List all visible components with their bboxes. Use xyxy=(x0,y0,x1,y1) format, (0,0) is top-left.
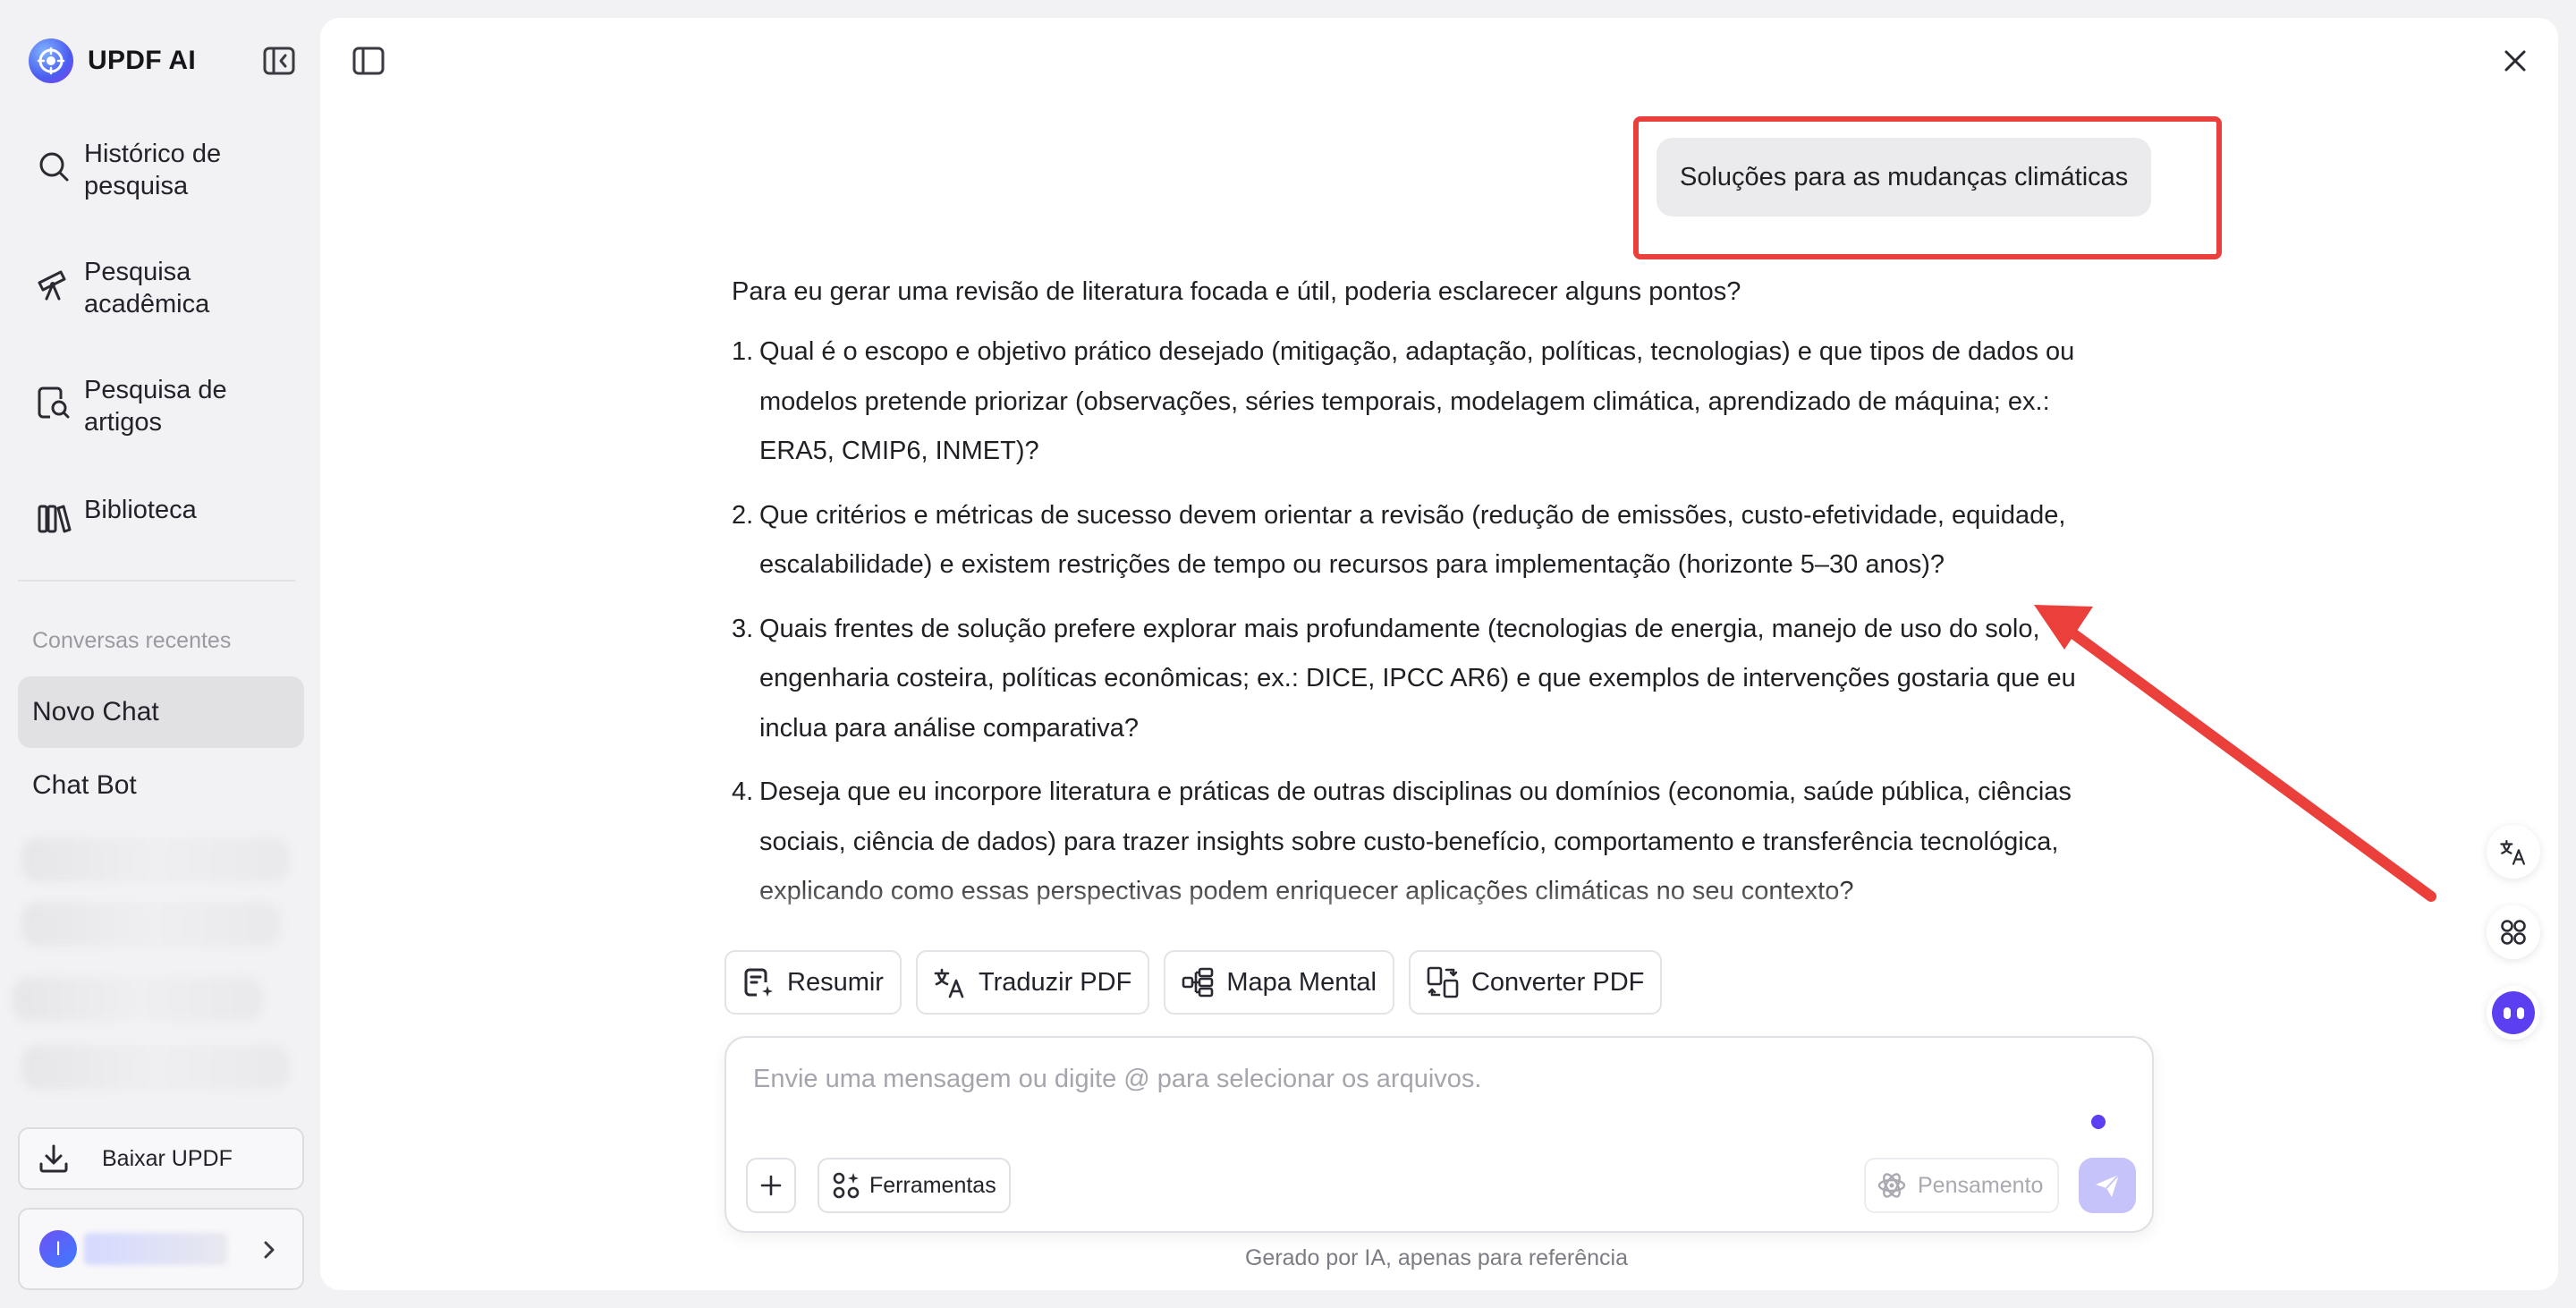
tools-button[interactable]: Ferramentas xyxy=(818,1158,1011,1213)
apps-tool-button[interactable] xyxy=(2487,905,2540,959)
convert-pdf-button[interactable]: Converter PDF xyxy=(1408,950,1663,1015)
nav-label: Pesquisa acadêmica xyxy=(84,258,210,319)
apps-grid-icon xyxy=(2501,920,2526,945)
telescope-icon xyxy=(34,265,73,304)
add-attachment-button[interactable] xyxy=(746,1158,796,1213)
convert-icon xyxy=(1425,964,1461,1000)
chat-item-chat-bot[interactable]: Chat Bot xyxy=(18,750,304,821)
recent-conversations-title: Conversas recentes xyxy=(32,628,232,653)
sidebar: UPDF AI Histórico de pesquisa Pesquisa a… xyxy=(0,0,318,1308)
chat-item-blurred[interactable] xyxy=(21,1045,290,1090)
list-number: 1. xyxy=(732,337,754,366)
translate-pdf-label: Traduzir PDF xyxy=(978,967,1132,997)
search-icon xyxy=(34,147,73,186)
close-button[interactable] xyxy=(2496,41,2535,81)
assistant-intro: Para eu gerar uma revisão de literatura … xyxy=(732,277,1741,306)
list-text: Qual é o escopo e objetivo prático desej… xyxy=(759,337,2075,465)
ai-assistant-button[interactable] xyxy=(2487,986,2540,1040)
mind-map-label: Mapa Mental xyxy=(1226,967,1377,997)
sidebar-collapse-icon xyxy=(263,47,295,75)
list-text: Que critérios e métricas de sucesso deve… xyxy=(759,500,2066,580)
brand: UPDF AI xyxy=(29,38,196,84)
avatar: I xyxy=(39,1230,77,1268)
ai-bot-icon xyxy=(2492,991,2535,1034)
thinking-label: Pensamento xyxy=(1918,1172,2044,1198)
document-search-icon xyxy=(34,383,73,422)
updf-logo-icon xyxy=(29,38,73,83)
annotation-highlight-box xyxy=(1633,116,2222,259)
assistant-question-list: 1. Qual é o escopo e objetivo prático des… xyxy=(732,327,2127,917)
plus-icon xyxy=(760,1175,782,1196)
thinking-toggle[interactable]: Pensamento xyxy=(1864,1158,2059,1213)
profile-button[interactable]: I xyxy=(18,1208,304,1290)
quick-actions: Resumir Traduzir PDF Mapa Mental Convert… xyxy=(724,950,1663,1015)
download-updf-button[interactable]: Baixar UPDF xyxy=(18,1127,304,1190)
panel-icon xyxy=(352,47,385,75)
translate-pdf-button[interactable]: Traduzir PDF xyxy=(915,950,1150,1015)
summarize-button[interactable]: Resumir xyxy=(724,950,902,1015)
convert-pdf-label: Converter PDF xyxy=(1470,967,1645,997)
download-icon xyxy=(36,1141,72,1176)
scroll-fade xyxy=(714,877,2181,941)
toggle-panel-button[interactable] xyxy=(349,43,388,79)
summarize-label: Resumir xyxy=(787,967,884,997)
chat-item-novo-chat[interactable]: Novo Chat xyxy=(18,676,304,748)
list-item: 3. Quais frentes de solução prefere explo… xyxy=(732,605,2127,754)
mindmap-icon xyxy=(1180,964,1216,1000)
translate-tool-button[interactable] xyxy=(2487,825,2540,879)
list-text: Quais frentes de solução prefere explora… xyxy=(759,614,2076,743)
collapse-sidebar-button[interactable] xyxy=(261,45,297,77)
translate-icon xyxy=(932,964,968,1000)
list-number: 2. xyxy=(732,500,754,530)
summarize-icon xyxy=(741,964,776,1000)
nav-label: Pesquisa de artigos xyxy=(84,376,227,437)
assistant-message: Para eu gerar uma revisão de literatura … xyxy=(732,276,2127,938)
tools-label: Ferramentas xyxy=(869,1172,996,1198)
atom-icon xyxy=(1877,1170,1907,1201)
send-button[interactable] xyxy=(2079,1158,2136,1213)
tools-icon xyxy=(830,1169,862,1202)
send-icon xyxy=(2096,1174,2120,1197)
nav-pesquisa-de-artigos[interactable]: Pesquisa de artigos xyxy=(34,374,290,438)
nav-label: Histórico de pesquisa xyxy=(84,140,222,200)
app-name: UPDF AI xyxy=(88,46,196,75)
chat-panel: Soluções para as mudanças climáticas Par… xyxy=(320,18,2558,1290)
chat-item-blurred[interactable] xyxy=(21,902,281,947)
nav-biblioteca[interactable]: Biblioteca xyxy=(34,490,290,539)
sidebar-divider xyxy=(18,580,295,582)
list-number: 4. xyxy=(732,777,754,806)
ai-disclaimer: Gerado por IA, apenas para referência xyxy=(320,1245,2558,1271)
nav-historico-de-pesquisa[interactable]: Histórico de pesquisa xyxy=(34,138,290,202)
chat-item-blurred[interactable] xyxy=(13,977,263,1022)
list-item: 1. Qual é o escopo e objetivo prático des… xyxy=(732,327,2127,477)
close-icon xyxy=(2504,50,2526,72)
chevron-right-icon xyxy=(256,1236,283,1263)
download-label: Baixar UPDF xyxy=(102,1145,233,1171)
mind-map-button[interactable]: Mapa Mental xyxy=(1164,950,1394,1015)
library-icon xyxy=(34,499,73,539)
list-number: 3. xyxy=(732,614,754,643)
chat-item-blurred[interactable] xyxy=(21,837,290,882)
profile-name-blurred xyxy=(84,1233,227,1265)
message-composer: Envie uma mensagem ou digite @ para sele… xyxy=(724,1036,2154,1233)
translate-icon xyxy=(2500,839,2526,865)
nav-label: Biblioteca xyxy=(84,496,197,524)
message-input[interactable]: Envie uma mensagem ou digite @ para sele… xyxy=(753,1065,1481,1094)
nav-pesquisa-academica[interactable]: Pesquisa acadêmica xyxy=(34,256,290,320)
disclaimer-text: Gerado por IA, apenas para referência xyxy=(1244,1245,1629,1270)
list-item: 2. Que critérios e métricas de sucesso de… xyxy=(732,491,2127,590)
status-dot xyxy=(2091,1115,2106,1129)
